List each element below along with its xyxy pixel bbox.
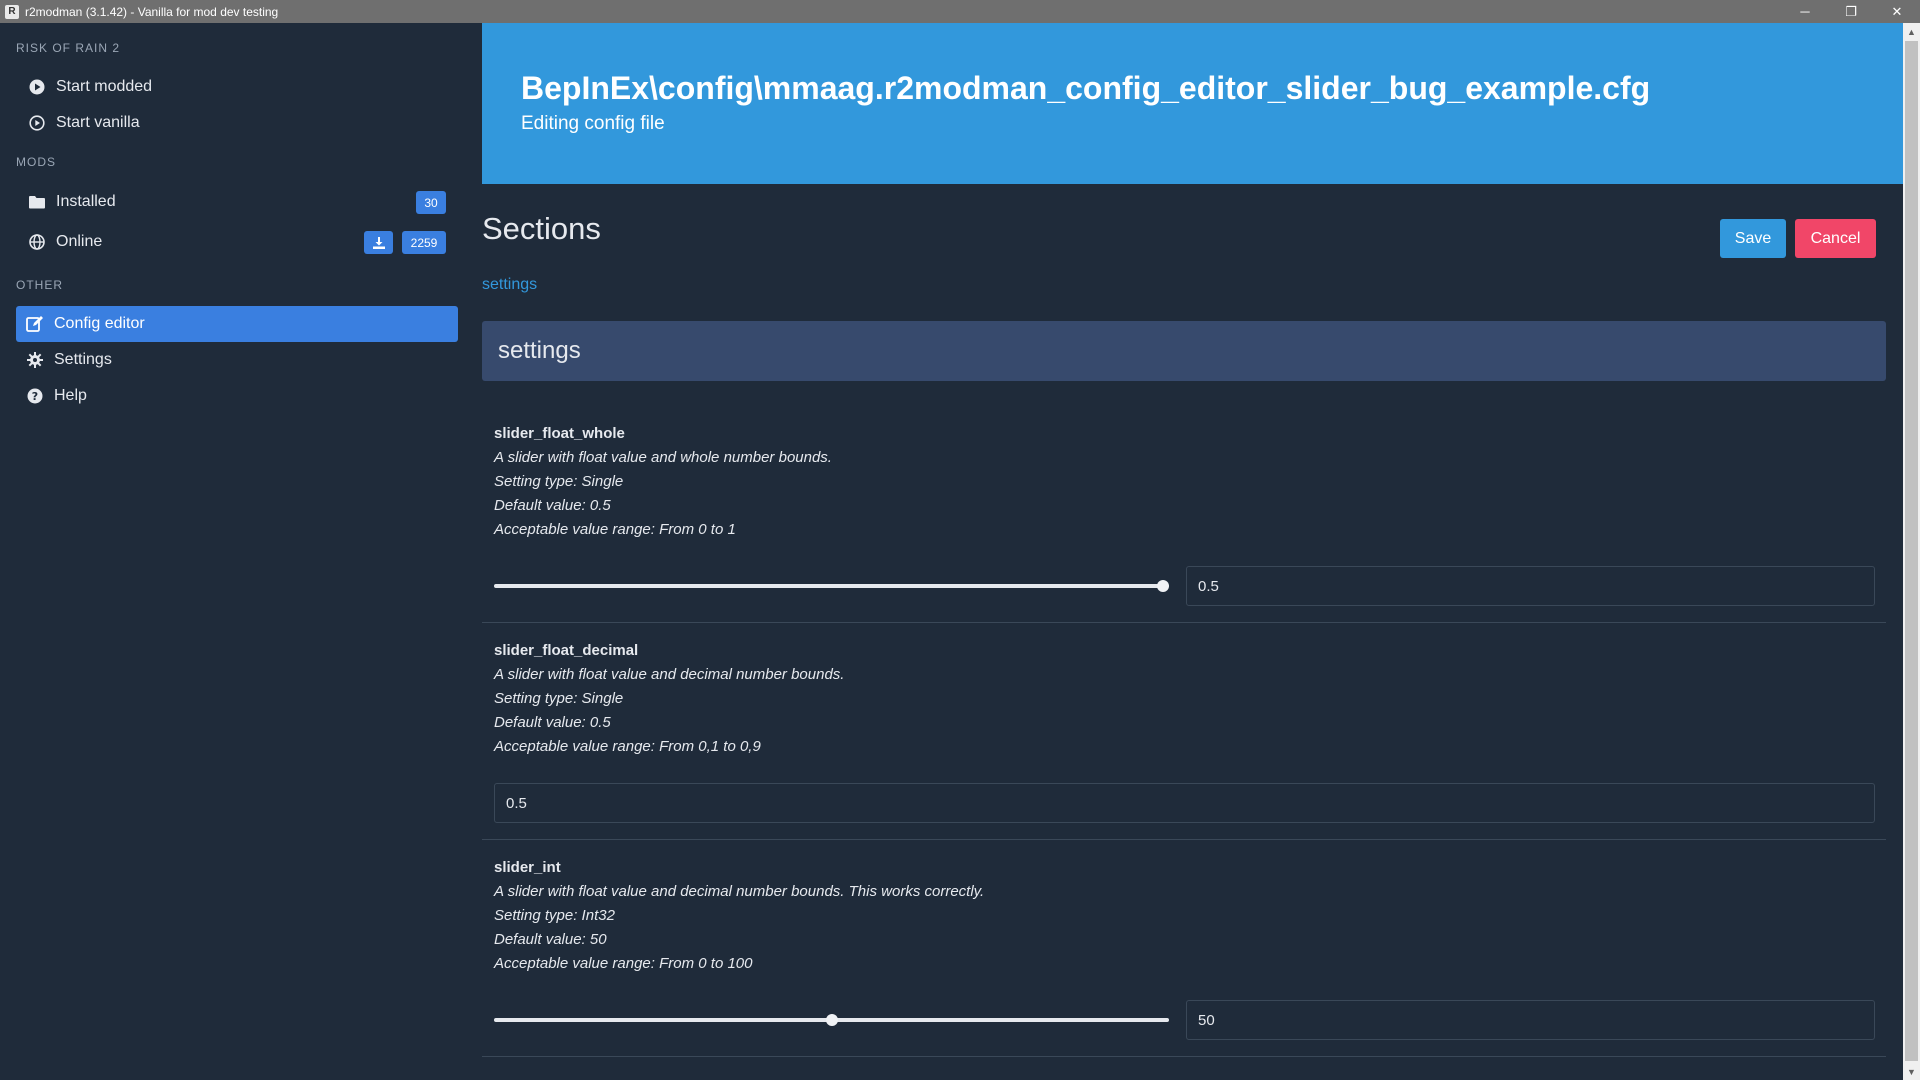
hero-banner: BepInEx\config\mmaag.r2modman_config_edi… xyxy=(482,23,1903,184)
setting-default: Default value: 0.5 xyxy=(494,714,611,731)
sidebar-item-label: Help xyxy=(54,387,87,404)
config-file-path: BepInEx\config\mmaag.r2modman_config_edi… xyxy=(521,70,1651,106)
window-titlebar: R r2modman (3.1.42) - Vanilla for mod de… xyxy=(0,0,1920,23)
question-circle-icon: ? xyxy=(26,387,44,405)
setting-default: Default value: 50 xyxy=(494,931,607,948)
window-title: r2modman (3.1.42) - Vanilla for mod dev … xyxy=(25,4,279,19)
setting-range: Acceptable value range: From 0 to 100 xyxy=(494,955,753,972)
slider-track xyxy=(494,584,1169,588)
svg-text:?: ? xyxy=(32,390,38,403)
page-title: Sections xyxy=(482,211,601,246)
sidebar-item-installed[interactable]: Installed xyxy=(16,184,458,220)
sidebar-item-config-editor[interactable]: Config editor xyxy=(16,306,458,342)
value-slider[interactable] xyxy=(494,579,1169,593)
sidebar-item-help[interactable]: ? Help xyxy=(16,378,458,414)
setting-default: Default value: 0.5 xyxy=(494,497,611,514)
cancel-button[interactable]: Cancel xyxy=(1795,219,1876,258)
sidebar-item-settings[interactable]: Settings xyxy=(16,342,458,378)
setting-name: slider_float_whole xyxy=(494,425,625,442)
value-input[interactable]: 0.5 xyxy=(1186,566,1875,606)
play-circle-outline-icon xyxy=(28,114,46,132)
play-circle-icon xyxy=(28,78,46,96)
start-modded-item[interactable]: Start modded xyxy=(16,69,458,105)
divider xyxy=(482,622,1886,623)
slider-thumb[interactable] xyxy=(1157,580,1169,592)
hero-subtitle: Editing config file xyxy=(521,113,665,134)
scrollbar-thumb[interactable] xyxy=(1905,41,1918,1061)
section-link-settings[interactable]: settings xyxy=(482,276,537,294)
vertical-scrollbar[interactable]: ▲ ▼ xyxy=(1903,23,1920,1080)
restore-button[interactable]: ❐ xyxy=(1828,0,1874,23)
start-vanilla-label: Start vanilla xyxy=(56,114,140,131)
app-logo-icon: R xyxy=(5,4,19,19)
value-input[interactable]: 0.5 xyxy=(494,783,1875,823)
setting-slider-float-decimal: slider_float_decimal A slider with float… xyxy=(494,639,1874,759)
setting-description: A slider with float value and decimal nu… xyxy=(494,666,845,683)
folder-icon xyxy=(28,193,46,211)
setting-name: slider_int xyxy=(494,859,561,876)
sidebar: RISK OF RAIN 2 Start modded Start vanill… xyxy=(0,23,482,1080)
start-vanilla-item[interactable]: Start vanilla xyxy=(16,105,458,141)
setting-description: A slider with float value and decimal nu… xyxy=(494,883,985,900)
minimize-button[interactable]: ─ xyxy=(1782,0,1828,23)
menu-label-game: RISK OF RAIN 2 xyxy=(16,41,121,55)
setting-name: slider_float_decimal xyxy=(494,642,639,659)
setting-type: Setting type: Int32 xyxy=(494,907,615,924)
slider-thumb[interactable] xyxy=(825,1014,838,1026)
setting-range: Acceptable value range: From 0,1 to 0,9 xyxy=(494,738,761,755)
close-button[interactable]: ✕ xyxy=(1874,0,1920,23)
section-header-title: settings xyxy=(498,337,581,364)
sidebar-item-label: Online xyxy=(56,233,103,250)
setting-description: A slider with float value and whole numb… xyxy=(494,449,832,466)
setting-range: Acceptable value range: From 0 to 1 xyxy=(494,521,736,538)
config-editor-content: Sections Save Cancel settings settings s… xyxy=(482,184,1903,1080)
sidebar-item-label: Settings xyxy=(54,351,112,368)
value-input[interactable]: 50 xyxy=(1186,1000,1875,1040)
globe-icon xyxy=(28,233,46,251)
value-slider[interactable] xyxy=(494,1013,1169,1027)
edit-icon xyxy=(26,315,44,333)
gear-icon xyxy=(26,351,44,369)
setting-type: Setting type: Single xyxy=(494,473,624,490)
divider xyxy=(482,839,1886,840)
download-updates-button[interactable] xyxy=(364,231,393,254)
start-modded-label: Start modded xyxy=(56,78,153,95)
save-button[interactable]: Save xyxy=(1720,219,1786,258)
online-count-badge: 2259 xyxy=(402,231,446,254)
download-icon xyxy=(372,236,385,249)
setting-slider-int: slider_int A slider with float value and… xyxy=(494,856,1874,976)
scroll-down-icon[interactable]: ▼ xyxy=(1903,1063,1920,1080)
setting-slider-float-whole: slider_float_whole A slider with float v… xyxy=(494,422,1874,542)
divider xyxy=(482,1056,1886,1057)
sidebar-item-label: Config editor xyxy=(54,315,145,332)
scroll-up-icon[interactable]: ▲ xyxy=(1903,23,1920,40)
section-header: settings xyxy=(482,321,1886,381)
sidebar-item-label: Installed xyxy=(56,193,116,210)
menu-label-mods: MODS xyxy=(16,155,56,169)
menu-label-other: OTHER xyxy=(16,278,63,292)
installed-count-badge: 30 xyxy=(416,191,446,214)
setting-type: Setting type: Single xyxy=(494,690,624,707)
